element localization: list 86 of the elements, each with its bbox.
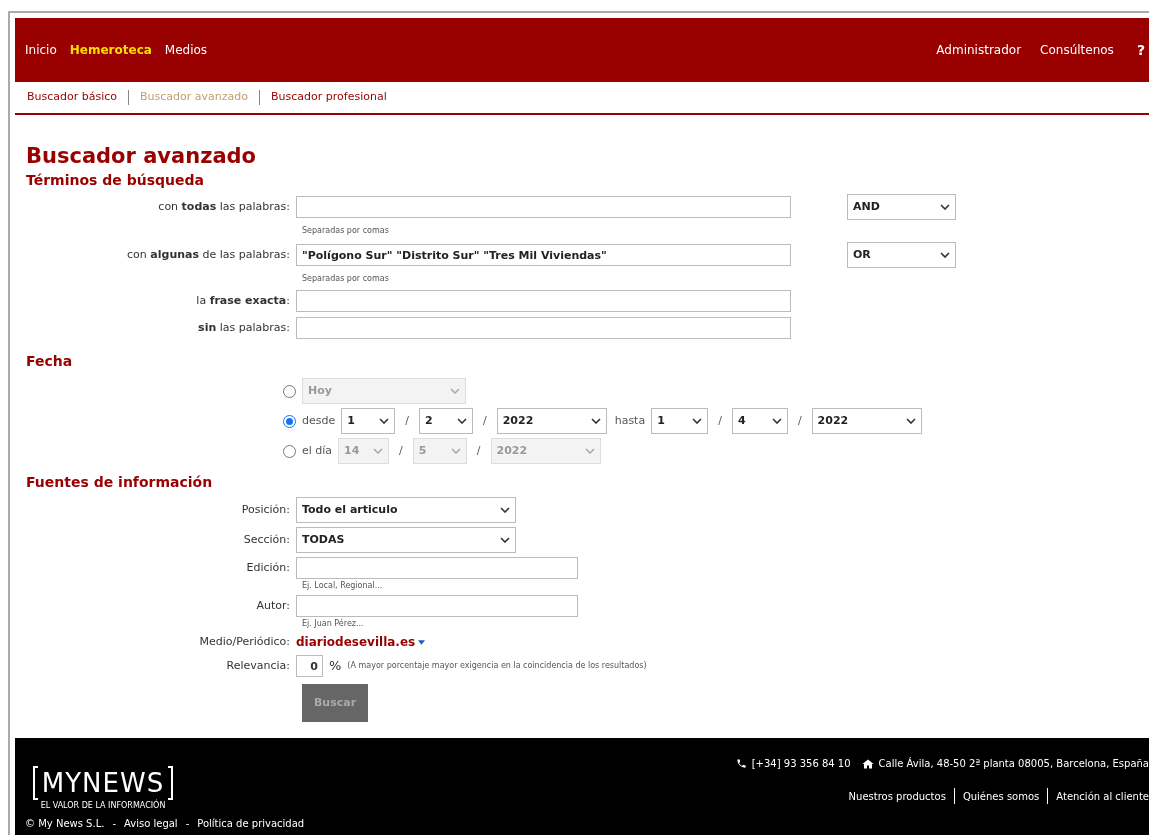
dropdown[interactable]: 1 [341, 408, 396, 434]
nav-link[interactable]: Administrador [936, 41, 1022, 59]
chevron-down-icon [771, 418, 782, 424]
logo-text: MYNEWS [41, 767, 165, 799]
separator-text: - [112, 817, 116, 831]
text-input[interactable]: "Polígono Sur" "Distrito Sur" "Tres Mil Viviendas" [296, 244, 791, 266]
field-label: Relevancia: [225, 657, 291, 674]
logo-tagline: EL VALOR DE LA INFORMACIÓN [40, 800, 166, 812]
chevron-down-icon [584, 448, 595, 454]
chevron-down-icon [373, 448, 384, 454]
date-separator: / [482, 412, 487, 429]
date-separator: / [476, 442, 481, 459]
percent-input[interactable]: 0 [296, 655, 323, 677]
subnav-tab[interactable]: Buscador básico [27, 89, 118, 106]
right-bracket-icon [167, 766, 174, 800]
chevron-down-icon [940, 252, 950, 258]
footer-link[interactable]: Atención al cliente [1056, 788, 1149, 804]
dropdown[interactable]: TODAS [296, 527, 516, 553]
field-label: Posición: [240, 501, 291, 518]
nav-link[interactable]: Hemeroteca [69, 41, 152, 59]
section-heading: Fuentes de información [26, 473, 214, 492]
phone-text: [+34] 93 356 84 10 [751, 757, 851, 771]
hint-text: Separadas por comas [302, 273, 390, 285]
field-label: Edición: [245, 559, 291, 576]
chevron-down-icon [590, 418, 601, 424]
section-heading: Fecha [26, 352, 74, 371]
footer-link[interactable]: Quiénes somos [962, 788, 1040, 804]
date-separator: / [405, 412, 409, 429]
dropdown[interactable]: 2022 [496, 408, 607, 434]
home-icon [861, 757, 874, 770]
chevron-down-icon [940, 204, 950, 210]
chevron-down-icon [379, 418, 390, 424]
field-label: la frase exacta: [195, 292, 291, 309]
text-input[interactable] [296, 595, 578, 617]
dropdown[interactable]: AND [847, 194, 956, 220]
option-label: el día [302, 442, 333, 459]
field-label: sin las palabras: [197, 319, 291, 336]
dropdown-link[interactable]: diariodesevilla.es [296, 633, 426, 651]
address-text: Calle Ávila, 48-50 2ª planta 08005, Barcelona, España [878, 756, 1149, 771]
text-input[interactable] [296, 317, 791, 339]
chevron-down-icon [456, 418, 467, 424]
text-input[interactable] [296, 196, 791, 218]
option-label: desde [302, 412, 336, 429]
field-label: Autor: [255, 597, 291, 614]
date-separator: / [797, 412, 802, 429]
footer-link[interactable]: © My News S.L. [25, 816, 105, 831]
dropdown[interactable]: 1 [651, 408, 709, 434]
hint-text: Ej. Juan Pérez... [302, 619, 365, 629]
chevron-down-icon [905, 418, 916, 424]
field-label: Sección: [242, 531, 291, 548]
date-separator: / [399, 442, 403, 459]
percent-sign: % [329, 657, 342, 676]
chevron-down-icon [450, 448, 461, 454]
dropdown[interactable]: 4 [731, 408, 788, 434]
footer-link[interactable]: Política de privacidad [197, 816, 305, 831]
page-title: Buscador avanzado [26, 143, 258, 169]
dropdown[interactable]: OR [847, 242, 956, 268]
chevron-down-icon [450, 388, 460, 394]
text-input[interactable] [296, 557, 578, 579]
chevron-down-icon [500, 507, 510, 513]
field-label: con algunas de las palabras: [126, 246, 291, 263]
phone-icon [735, 758, 747, 769]
nav-link[interactable]: Consúltenos [1040, 41, 1114, 59]
chevron-down-icon [692, 418, 703, 424]
dropdown[interactable]: 2022 [811, 408, 922, 434]
left-bracket-icon [32, 766, 39, 800]
footer-link[interactable]: Nuestros productos [848, 788, 946, 804]
nav-link[interactable]: Medios [164, 41, 208, 59]
chevron-down-icon [500, 537, 510, 543]
footer-link[interactable]: Aviso legal [124, 816, 178, 831]
text-input[interactable] [296, 290, 791, 312]
hint-text: Separadas por comas [302, 225, 390, 237]
subnav-tab[interactable]: Buscador profesional [271, 89, 387, 106]
date-separator: / [718, 412, 722, 429]
dropdown[interactable]: 2 [418, 408, 473, 434]
hint-text: Ej. Local, Regional... [302, 581, 384, 591]
option-label: hasta [614, 412, 646, 429]
help-link[interactable]: ? [1136, 39, 1145, 61]
separator-text: - [185, 817, 190, 831]
section-heading: Términos de búsqueda [26, 171, 205, 190]
nav-link[interactable]: Inicio [25, 41, 57, 59]
field-label: con todas las palabras: [157, 198, 291, 215]
dropdown[interactable]: Todo el articulo [296, 497, 516, 523]
caret-icon [418, 639, 426, 645]
field-label: Medio/Periódico: [198, 633, 291, 650]
note-text: (A mayor porcentaje mayor exigencia en la coincidencia de los resultados) [347, 660, 647, 672]
